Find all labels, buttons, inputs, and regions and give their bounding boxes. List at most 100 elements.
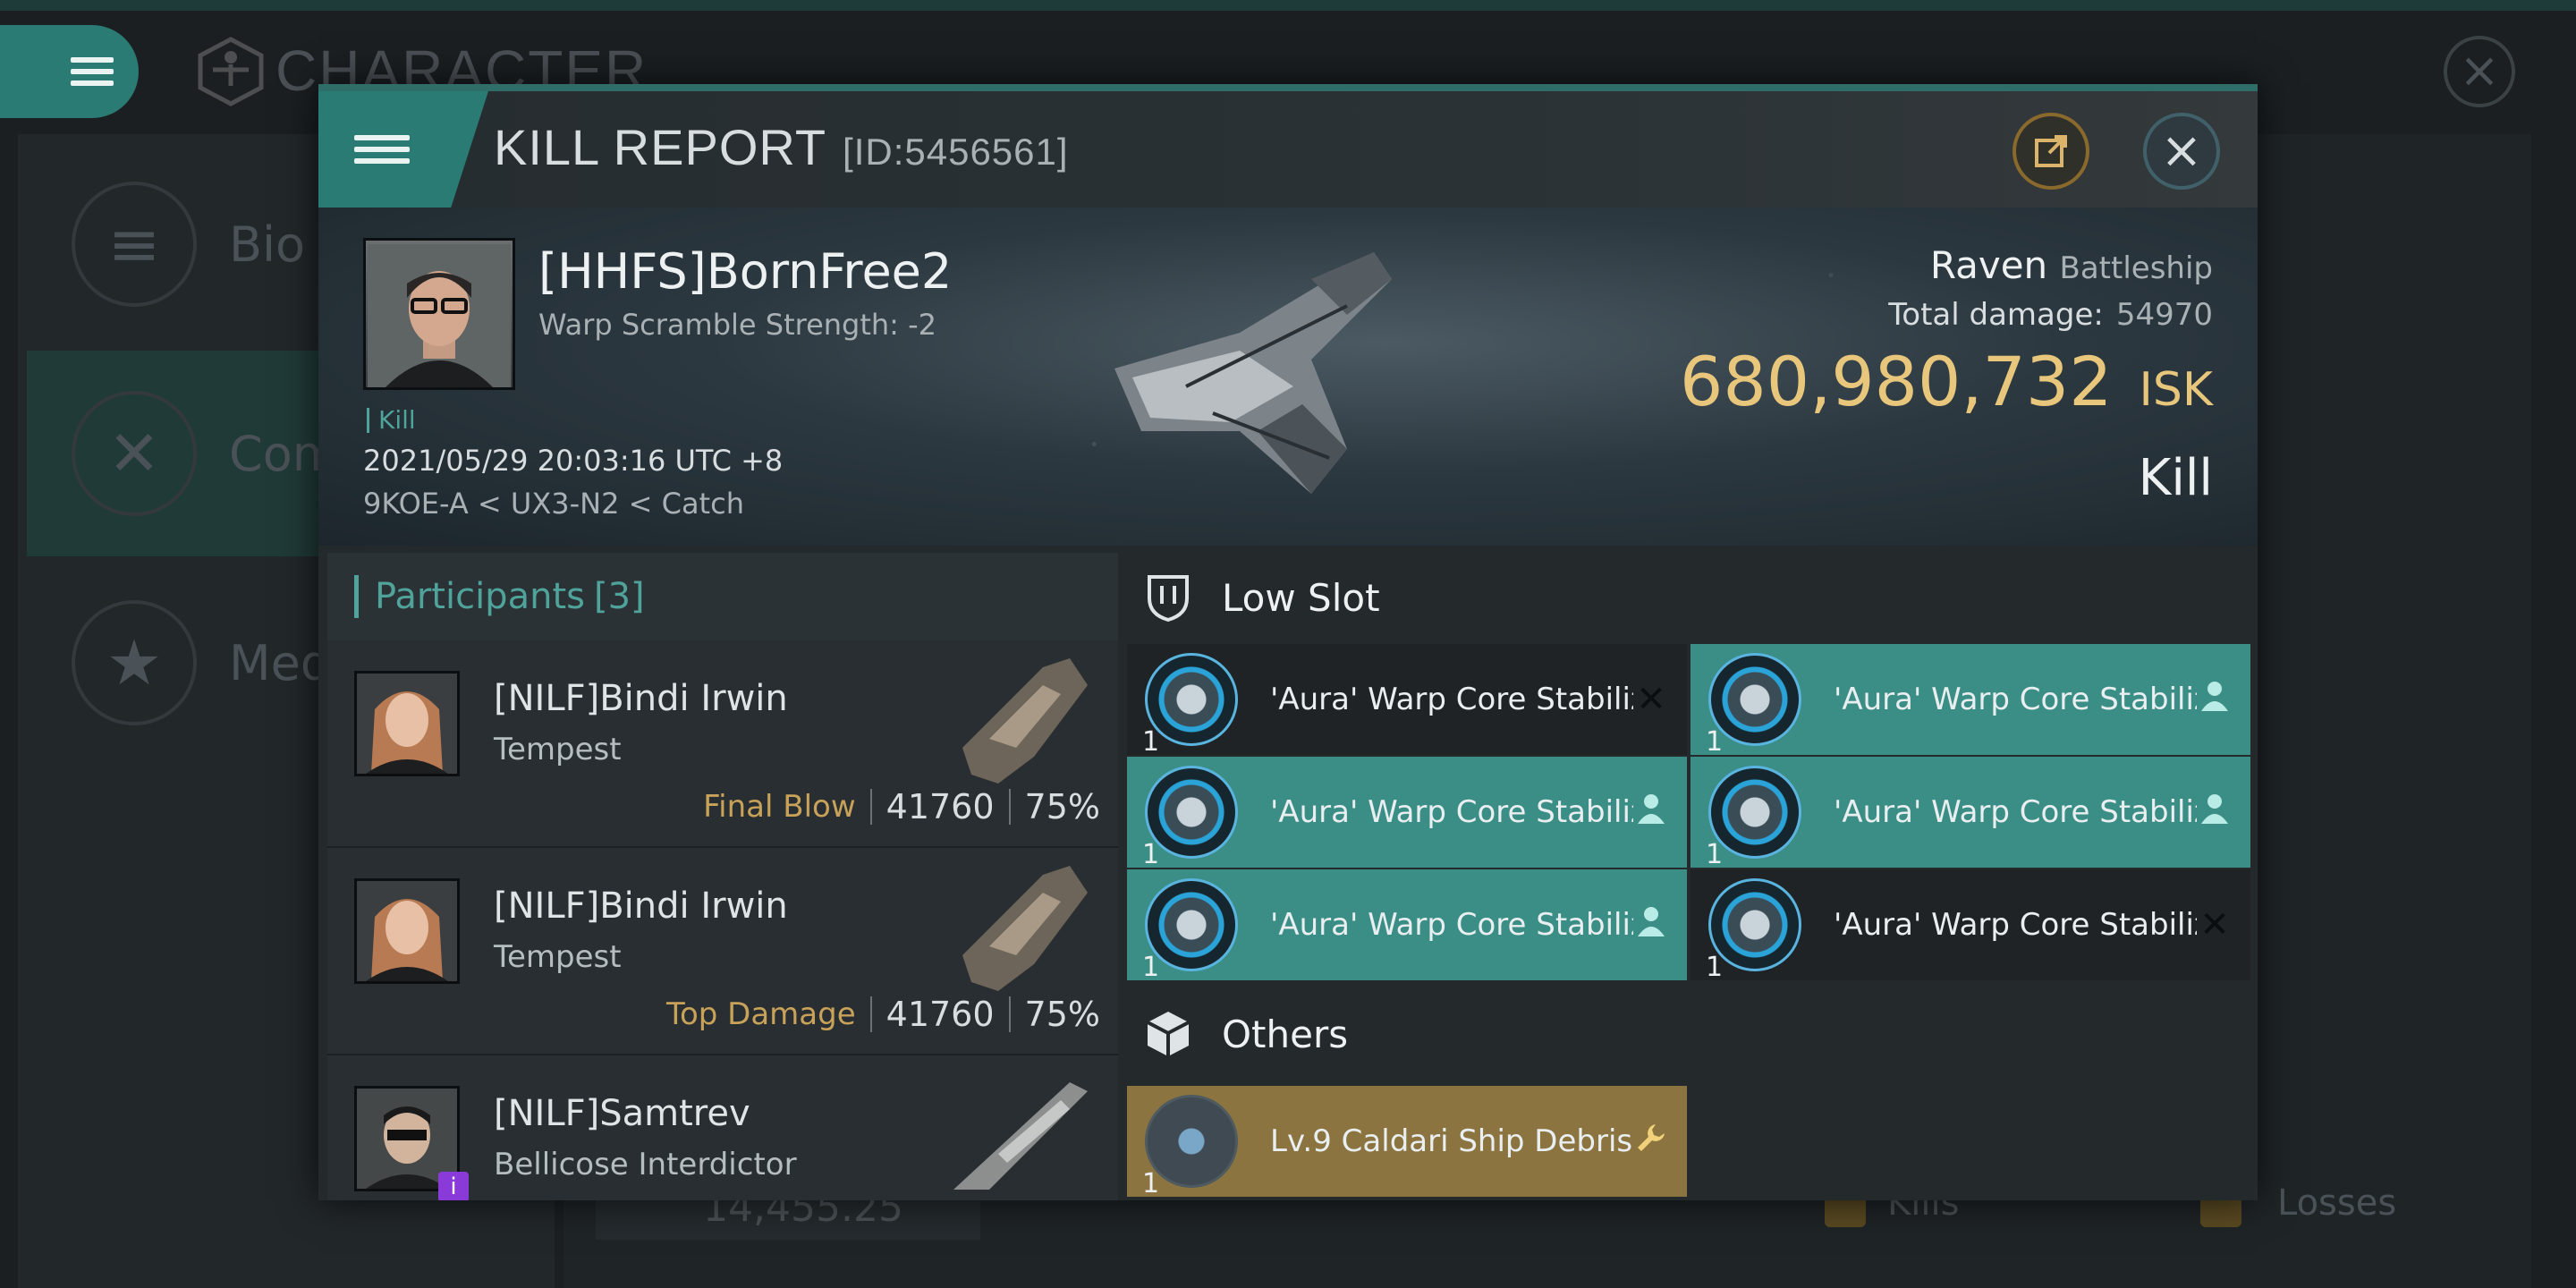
participant-stats: Top Damage 41760 75% [666,995,1100,1034]
destroyed-x-icon: ✕ [1636,679,1666,720]
low-slot-item[interactable]: 1 'Aura' Warp Core Stabilizer ✕ [1690,869,2250,983]
participant-name: [NILF]Bindi Irwin [494,886,788,927]
participants-header: Participants [3] [327,553,1118,640]
victim-banner: [HHFS]BornFree2 Warp Scramble Strength: … [318,208,2258,546]
participant-ship: Tempest [494,939,622,975]
low-slot-header: Low Slot [1127,553,1380,642]
warp-core-stabilizer-icon: 1 [1142,653,1238,758]
participant-ship: Tempest [494,732,622,767]
victim-ship-image [1114,252,1392,494]
kill-location[interactable]: 9KOE-A < UX3-N2 < Catch [363,487,744,521]
item-name: 'Aura' Warp Core Stabilizer [1834,907,2197,943]
fitting-panel: Low Slot 1 'Aura' Warp Core Stabilizer ✕… [1127,553,2250,1200]
item-name: Lv.9 Caldari Ship Debris [1270,1123,1633,1159]
main-menu-button[interactable] [0,25,139,118]
item-quantity: 1 [1142,952,1160,983]
isk-value: 680,980,732 ISK [1680,342,2213,421]
close-icon: × [2160,122,2203,180]
participant-portrait [354,878,460,984]
warp-core-stabilizer-icon: 1 [1142,766,1238,870]
others-header: Others [1127,989,1348,1079]
item-quantity: 1 [1706,726,1724,758]
item-name: 'Aura' Warp Core Stabilizer [1270,794,1633,830]
close-button[interactable]: × [2143,113,2220,190]
participant-row[interactable]: i [NILF]Samtrev Bellicose Interdictor [327,1055,1118,1200]
character-icon [198,37,264,106]
swords-icon: ✕ [72,391,197,516]
participants-count: [3] [593,576,645,617]
sidebar-item-label: Bio [229,216,306,273]
hamburger-icon [354,129,410,170]
ship-name: Raven [1929,243,2048,287]
warp-core-stabilizer-icon: 1 [1706,878,1801,983]
participant-damage: 41760 [886,995,995,1034]
item-quantity: 1 [1706,839,1724,870]
item-quantity: 1 [1142,839,1160,870]
person-icon [2197,679,2233,720]
screen-close-button[interactable]: × [2444,36,2515,107]
ship-debris-icon: 1 [1142,1095,1238,1199]
participant-portrait-image [357,674,457,774]
low-slot-item[interactable]: 1 'Aura' Warp Core Stabilizer [1690,644,2250,758]
others-label: Others [1222,1012,1349,1056]
warp-core-stabilizer-icon: 1 [1706,766,1801,870]
person-icon [2197,792,2233,833]
victim-portrait-image [368,244,511,387]
participant-row[interactable]: [NILF]Bindi Irwin Tempest Final Blow 417… [327,640,1118,848]
participant-percent: 75% [1024,995,1100,1034]
kill-timestamp: 2021/05/29 20:03:16 UTC +8 [363,444,784,478]
kill-report-id: [ID:5456561] [843,131,1069,173]
victim-name[interactable]: [HHFS]BornFree2 [538,243,952,300]
ship-class: Battleship [2059,250,2213,286]
low-slot-item[interactable]: 1 'Aura' Warp Core Stabilizer ✕ [1127,644,1687,758]
person-icon [1633,792,1669,833]
participant-portrait [354,671,460,776]
low-slot-label: Low Slot [1222,575,1380,620]
isk-unit: ISK [2139,363,2213,417]
victim-portrait[interactable] [363,238,515,390]
dialog-menu-button[interactable] [318,91,488,208]
participant-portrait-image [357,881,457,981]
item-name: 'Aura' Warp Core Stabilizer [1834,682,2197,717]
participant-stats: Final Blow 41760 75% [703,787,1100,826]
item-name: 'Aura' Warp Core Stabilizer [1834,794,2197,830]
top-bar [0,0,2576,11]
stats-divider [1008,789,1011,825]
participant-ship-image [962,866,1088,991]
item-quantity: 1 [1142,1168,1160,1199]
list-icon: ≡ [72,182,197,307]
total-damage-value: 54970 [2115,297,2213,333]
warp-scramble-strength: Warp Scramble Strength: -2 [538,308,937,342]
participant-ship-image [962,658,1088,784]
other-item[interactable]: 1 Lv.9 Caldari Ship Debris [1127,1086,1687,1199]
participant-role: Top Damage [665,996,856,1032]
info-badge: i [438,1172,469,1200]
share-button[interactable] [2012,113,2089,190]
total-damage-label: Total damage: [1888,297,2104,333]
participant-role: Final Blow [703,789,856,825]
participant-ship-image [953,1082,1088,1190]
warp-core-stabilizer-icon: 1 [1706,653,1801,758]
item-quantity: 1 [1706,952,1724,983]
participant-row[interactable]: [NILF]Bindi Irwin Tempest Top Damage 417… [327,848,1118,1055]
stats-divider [869,996,872,1032]
isk-amount: 680,980,732 [1680,342,2113,421]
participant-name: [NILF]Samtrev [494,1093,750,1134]
item-name: 'Aura' Warp Core Stabilizer [1270,682,1633,717]
star-icon: ★ [72,600,197,725]
low-slot-item[interactable]: 1 'Aura' Warp Core Stabilizer [1127,869,1687,983]
dialog-title-text: KILL REPORT [494,119,827,175]
stats-divider [1008,996,1011,1032]
kill-report-dialog: KILL REPORT [ID:5456561] × [HHFS]BornFree… [318,84,2258,1200]
low-slot-item[interactable]: 1 'Aura' Warp Core Stabilizer [1690,757,2250,870]
person-icon [1633,904,1669,945]
victim-ship[interactable]: Raven Battleship [1930,243,2213,287]
kill-result: Kill [2138,449,2213,507]
dialog-title: KILL REPORT [ID:5456561] [494,118,1069,176]
low-slot-icon [1140,569,1197,626]
participant-percent: 75% [1024,787,1100,826]
share-icon [2035,135,2067,167]
warp-core-stabilizer-icon: 1 [1142,878,1238,983]
participants-panel: Participants [3] [NILF]Bindi Irwin Tempes… [327,553,1118,1200]
low-slot-item[interactable]: 1 'Aura' Warp Core Stabilizer [1127,757,1687,870]
